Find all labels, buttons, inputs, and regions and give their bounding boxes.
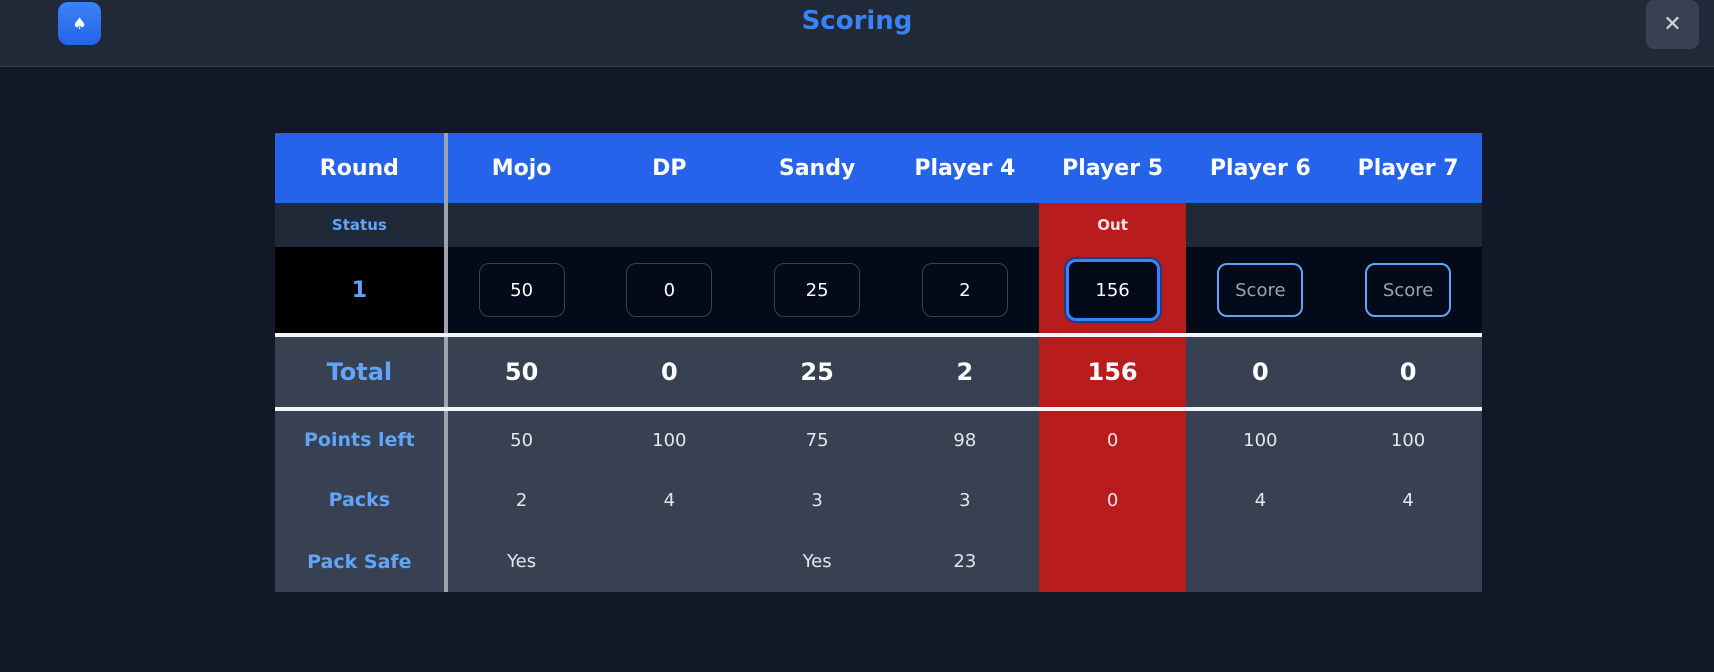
player-header: Mojo [491, 155, 552, 181]
player-total: 2 [956, 358, 974, 386]
total-label: Total [326, 358, 393, 386]
packs-value: 3 [959, 489, 971, 511]
player-status-out: Out [1038, 203, 1187, 247]
packs-value: 3 [811, 489, 823, 511]
player-total: 0 [660, 358, 678, 386]
player-total: 25 [800, 358, 834, 386]
packs-value: 4 [1254, 489, 1267, 511]
score-input-focused[interactable]: 156 [1065, 259, 1160, 321]
player-header: Player 7 [1357, 155, 1459, 181]
score-input-empty[interactable]: Score [1365, 263, 1452, 317]
player-status [743, 203, 891, 247]
page-title: Scoring [801, 6, 913, 36]
points-left-value: 75 [805, 429, 829, 451]
close-icon: ✕ [1663, 12, 1682, 37]
scoring-table: Round Mojo DP Sandy Player 4 Player 5 Pl… [275, 133, 1482, 592]
pack-safe-value [595, 531, 743, 592]
round-row: 1 50 0 25 2 156 Score Score [275, 247, 1482, 333]
score-input[interactable]: 25 [774, 263, 861, 317]
status-label: Status [331, 216, 387, 234]
points-left-value: 100 [652, 429, 687, 451]
pack-safe-value: 23 [953, 551, 977, 572]
pack-safe-value [1334, 531, 1482, 592]
points-left-label: Points left [303, 429, 415, 451]
packs-value: 4 [663, 489, 676, 511]
status-row: Status Out [275, 203, 1482, 247]
packs-row: Packs 2 4 3 3 0 4 4 [275, 469, 1482, 531]
round-header: Round [319, 155, 399, 181]
player-header: Player 6 [1209, 155, 1311, 181]
player-status [1334, 203, 1482, 247]
points-left-row: Points left 50 100 75 98 0 100 100 [275, 411, 1482, 469]
player-total: 156 [1038, 337, 1187, 407]
player-status [448, 203, 596, 247]
packs-value: 2 [515, 489, 528, 511]
points-left-value: 98 [953, 429, 977, 451]
player-status [595, 203, 743, 247]
pack-safe-value: Yes [507, 551, 537, 572]
top-bar: ♠ Scoring ✕ [0, 0, 1714, 67]
score-input[interactable]: 50 [478, 263, 565, 317]
packs-value: 0 [1038, 469, 1187, 531]
player-status [891, 203, 1039, 247]
points-left-value: 0 [1038, 411, 1187, 469]
points-left-value: 100 [1390, 429, 1426, 451]
player-header: Player 4 [914, 155, 1016, 181]
pack-safe-value [1186, 531, 1334, 592]
score-input[interactable]: 2 [921, 263, 1008, 317]
pack-safe-row: Pack Safe Yes Yes 23 [275, 531, 1482, 592]
pack-safe-value [1038, 531, 1187, 592]
total-row: Total 50 0 25 2 156 0 0 [275, 337, 1482, 407]
points-left-value: 50 [510, 429, 534, 451]
pack-safe-value: Yes [802, 551, 832, 572]
close-button[interactable]: ✕ [1646, 0, 1699, 49]
round-number: 1 [275, 247, 444, 333]
player-total: 50 [504, 358, 539, 386]
player-total: 0 [1399, 358, 1417, 386]
score-input-empty[interactable]: Score [1217, 263, 1304, 317]
player-header: Sandy [778, 155, 856, 181]
packs-value: 4 [1402, 489, 1414, 511]
pack-safe-label: Pack Safe [307, 550, 412, 573]
player-total: 0 [1251, 358, 1269, 386]
packs-label: Packs [328, 489, 391, 511]
score-input[interactable]: 0 [626, 263, 713, 317]
player-header: DP [652, 155, 687, 181]
points-left-value: 100 [1243, 429, 1278, 451]
player-header: Player 5 [1062, 155, 1164, 181]
player-status [1186, 203, 1334, 247]
header-row: Round Mojo DP Sandy Player 4 Player 5 Pl… [275, 133, 1482, 203]
